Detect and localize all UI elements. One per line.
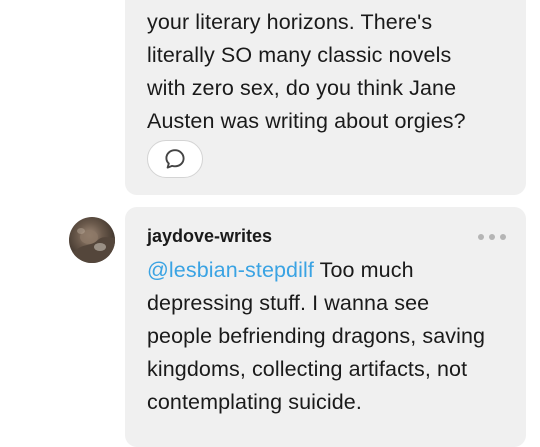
comment-text-line: @lesbian-stepdilf Too much (147, 254, 485, 287)
comment-text-line: literally SO many classic novels (147, 43, 452, 67)
user-mention-link[interactable]: @lesbian-stepdilf (147, 258, 314, 282)
comment-body: @lesbian-stepdilf Too much depressing st… (147, 254, 485, 419)
ellipsis-icon (489, 234, 495, 240)
comment-text-line: kingdoms, collecting artifacts, not (147, 357, 468, 381)
more-options-button[interactable] (478, 231, 506, 243)
comment-text: Too much (313, 258, 414, 282)
comment-text-line: Austen was writing about orgies? (147, 109, 466, 133)
ellipsis-icon (500, 234, 506, 240)
comment-text-line: with zero sex, do you think Jane (147, 76, 457, 100)
comment-text-line: contemplating suicide. (147, 390, 362, 414)
avatar[interactable] (69, 217, 115, 263)
ellipsis-icon (478, 234, 484, 240)
comment-text-line: people befriending dragons, saving (147, 324, 486, 348)
comment-text-line: depressing stuff. I wanna see (147, 291, 430, 315)
reply-button[interactable] (147, 140, 203, 178)
speech-bubble-icon (165, 149, 185, 169)
user-avatar (69, 217, 115, 263)
comment-text-line: your literary horizons. There's (147, 10, 433, 34)
comment-username[interactable]: jaydove-writes (147, 225, 272, 247)
